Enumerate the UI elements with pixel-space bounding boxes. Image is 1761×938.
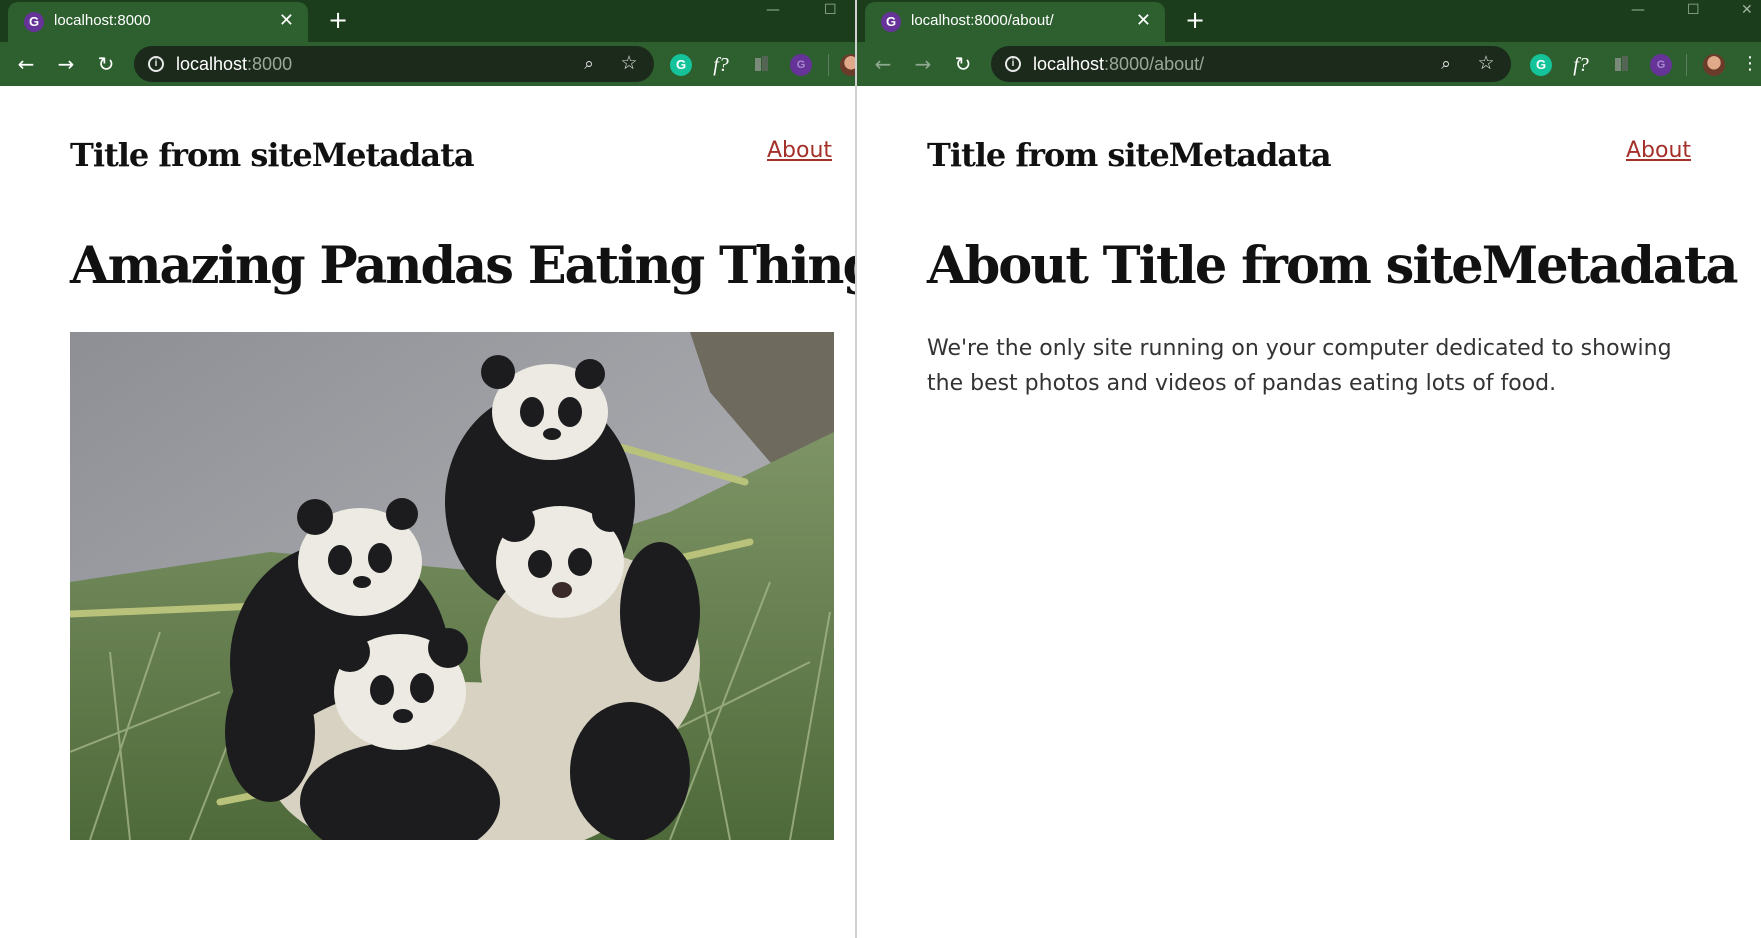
url-text[interactable]: localhost:8000 xyxy=(176,54,292,75)
address-bar[interactable]: i localhost:8000/about/ ⌕ ☆ xyxy=(991,46,1511,82)
page-viewport: Title from siteMetadata About Amazing Pa… xyxy=(0,86,856,938)
bookmark-star-icon[interactable]: ☆ xyxy=(1475,52,1497,74)
gatsby-icon: G xyxy=(881,12,901,32)
new-tab-button[interactable]: + xyxy=(1181,6,1209,34)
profile-avatar[interactable] xyxy=(1703,54,1725,76)
close-window-icon[interactable]: ✕ xyxy=(1741,2,1753,18)
tab-strip: G localhost:8000 ✕ + — ☐ xyxy=(0,0,856,42)
forward-icon[interactable]: → xyxy=(909,50,937,78)
maximize-icon[interactable]: ☐ xyxy=(1687,2,1700,18)
reload-icon[interactable]: ↻ xyxy=(949,50,977,78)
zoom-icon[interactable]: ⌕ xyxy=(578,53,600,75)
site-title[interactable]: Title from siteMetadata xyxy=(70,136,475,174)
bookmark-star-icon[interactable]: ☆ xyxy=(618,52,640,74)
zoom-icon[interactable]: ⌕ xyxy=(1435,53,1457,75)
minimize-icon[interactable]: — xyxy=(1631,2,1645,18)
browser-toolbar: ← → ↻ i localhost:8000/about/ ⌕ ☆ G f? G… xyxy=(857,42,1761,86)
back-icon[interactable]: ← xyxy=(869,50,897,78)
about-link[interactable]: About xyxy=(1626,138,1691,163)
reload-icon[interactable]: ↻ xyxy=(92,50,120,78)
new-tab-button[interactable]: + xyxy=(324,6,352,34)
page-heading: About Title from siteMetadata xyxy=(927,236,1739,296)
function-icon[interactable]: f? xyxy=(1570,54,1592,76)
browser-window-left: G localhost:8000 ✕ + — ☐ ← → ↻ i localho… xyxy=(0,0,856,938)
function-icon[interactable]: f? xyxy=(710,54,732,76)
page-viewport: Title from siteMetadata About About Titl… xyxy=(857,86,1761,938)
extension-icon[interactable] xyxy=(750,54,772,76)
about-link[interactable]: About xyxy=(767,138,832,163)
tab-home[interactable]: G localhost:8000 ✕ xyxy=(8,2,308,42)
gatsby-icon[interactable]: G xyxy=(1650,54,1672,76)
gatsby-icon: G xyxy=(24,12,44,32)
page-heading: Amazing Pandas Eating Things xyxy=(70,236,856,296)
extension-icon[interactable] xyxy=(1610,54,1632,76)
forward-icon[interactable]: → xyxy=(52,50,80,78)
grammarly-icon[interactable]: G xyxy=(670,54,692,76)
tab-strip: G localhost:8000/about/ ✕ + — ☐ ✕ xyxy=(857,0,1761,42)
close-tab-icon[interactable]: ✕ xyxy=(1136,10,1151,32)
tab-about[interactable]: G localhost:8000/about/ ✕ xyxy=(865,2,1165,42)
toolbar-divider xyxy=(828,54,829,76)
browser-window-right: G localhost:8000/about/ ✕ + — ☐ ✕ ← → ↻ … xyxy=(857,0,1761,938)
tab-title: localhost:8000/about/ xyxy=(911,12,1054,29)
address-bar[interactable]: i localhost:8000 ⌕ ☆ xyxy=(134,46,654,82)
about-paragraph: We're the only site running on your comp… xyxy=(927,336,1672,396)
back-icon[interactable]: ← xyxy=(12,50,40,78)
profile-avatar[interactable] xyxy=(840,54,856,76)
info-icon[interactable]: i xyxy=(1005,56,1021,72)
menu-kebab-icon[interactable]: ⋮ xyxy=(1741,50,1759,78)
tab-title: localhost:8000 xyxy=(54,12,151,29)
minimize-icon[interactable]: — xyxy=(766,2,780,18)
grammarly-icon[interactable]: G xyxy=(1530,54,1552,76)
browser-toolbar: ← → ↻ i localhost:8000 ⌕ ☆ G f? G xyxy=(0,42,856,86)
close-tab-icon[interactable]: ✕ xyxy=(279,10,294,32)
maximize-icon[interactable]: ☐ xyxy=(824,2,837,18)
toolbar-divider xyxy=(1686,54,1687,76)
info-icon[interactable]: i xyxy=(148,56,164,72)
panda-photo xyxy=(70,332,834,840)
url-text[interactable]: localhost:8000/about/ xyxy=(1033,54,1204,75)
gatsby-icon[interactable]: G xyxy=(790,54,812,76)
site-title[interactable]: Title from siteMetadata xyxy=(927,136,1332,174)
